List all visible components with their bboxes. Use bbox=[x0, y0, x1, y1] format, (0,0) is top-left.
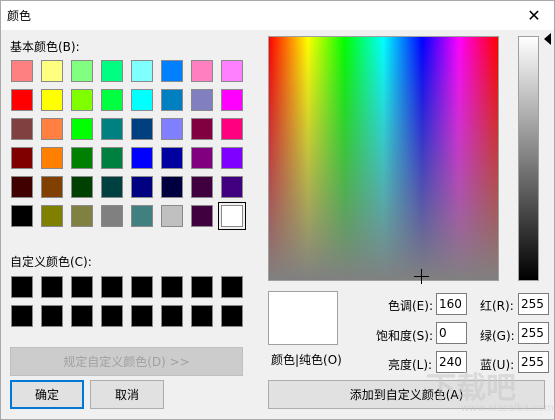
basic-grid-swatch[interactable] bbox=[11, 60, 33, 82]
basic-grid-swatch[interactable] bbox=[71, 147, 93, 169]
basic-grid-swatch[interactable] bbox=[101, 89, 123, 111]
basic-grid-swatch[interactable] bbox=[221, 60, 243, 82]
red-field[interactable] bbox=[518, 293, 549, 315]
basic-grid-swatch[interactable] bbox=[41, 118, 63, 140]
cancel-button[interactable]: 取消 bbox=[90, 380, 164, 409]
basic-grid-swatch[interactable] bbox=[221, 89, 243, 111]
window-title: 颜色 bbox=[7, 9, 32, 23]
basic-grid-swatch[interactable] bbox=[161, 176, 183, 198]
basic-grid-swatch[interactable] bbox=[71, 89, 93, 111]
basic-grid-swatch[interactable] bbox=[218, 202, 246, 230]
watermark-logo: 下载吧 bbox=[426, 371, 516, 406]
basic-grid-swatch[interactable] bbox=[131, 205, 153, 227]
custom-grid-swatch[interactable] bbox=[11, 305, 33, 327]
basic-grid-swatch[interactable] bbox=[131, 176, 153, 198]
saturation-label: 饱和度(S): bbox=[376, 329, 434, 343]
title-bar: 颜色 ✕ bbox=[1, 1, 554, 30]
custom-grid-swatch[interactable] bbox=[161, 276, 183, 298]
hue-field[interactable] bbox=[436, 293, 467, 315]
watermark-url: www.xiazaiba.com bbox=[461, 403, 554, 414]
basic-grid-swatch[interactable] bbox=[71, 176, 93, 198]
basic-grid-swatch[interactable] bbox=[41, 205, 63, 227]
basic-grid-swatch[interactable] bbox=[191, 205, 213, 227]
luminosity-arrow-icon[interactable] bbox=[544, 33, 551, 45]
custom-grid-swatch[interactable] bbox=[41, 305, 63, 327]
basic-grid-swatch[interactable] bbox=[11, 147, 33, 169]
custom-grid-swatch[interactable] bbox=[131, 305, 153, 327]
custom-grid-swatch[interactable] bbox=[221, 305, 243, 327]
custom-grid-swatch[interactable] bbox=[191, 276, 213, 298]
basic-grid-swatch[interactable] bbox=[71, 118, 93, 140]
basic-grid-swatch[interactable] bbox=[131, 89, 153, 111]
color-preview bbox=[268, 291, 338, 345]
color-spectrum[interactable] bbox=[268, 36, 499, 281]
crosshair-icon bbox=[414, 269, 429, 284]
close-icon[interactable]: ✕ bbox=[514, 1, 554, 30]
basic-grid-swatch[interactable] bbox=[131, 60, 153, 82]
basic-grid-swatch[interactable] bbox=[41, 147, 63, 169]
basic-grid-swatch[interactable] bbox=[131, 118, 153, 140]
basic-grid-swatch[interactable] bbox=[101, 205, 123, 227]
basic-colors-label: 基本颜色(B): bbox=[10, 40, 80, 54]
custom-colors-label: 自定义颜色(C): bbox=[10, 255, 92, 269]
basic-grid-swatch[interactable] bbox=[191, 60, 213, 82]
basic-grid-swatch[interactable] bbox=[41, 176, 63, 198]
custom-grid-swatch[interactable] bbox=[11, 276, 33, 298]
basic-grid-swatch[interactable] bbox=[11, 118, 33, 140]
custom-grid-swatch[interactable] bbox=[71, 305, 93, 327]
basic-grid-swatch[interactable] bbox=[101, 147, 123, 169]
ok-button[interactable]: 确定 bbox=[10, 380, 84, 409]
basic-grid-swatch[interactable] bbox=[71, 60, 93, 82]
custom-grid-swatch[interactable] bbox=[101, 276, 123, 298]
basic-grid-swatch[interactable] bbox=[41, 89, 63, 111]
custom-grid-swatch[interactable] bbox=[191, 305, 213, 327]
basic-grid-swatch[interactable] bbox=[11, 176, 33, 198]
basic-grid-swatch[interactable] bbox=[101, 60, 123, 82]
preview-label: 颜色|纯色(O) bbox=[271, 353, 342, 367]
custom-grid-swatch[interactable] bbox=[41, 276, 63, 298]
basic-grid-swatch[interactable] bbox=[191, 176, 213, 198]
red-label: 红(R): bbox=[480, 299, 514, 313]
basic-grid-swatch[interactable] bbox=[221, 176, 243, 198]
hue-label: 色调(E): bbox=[388, 299, 433, 313]
basic-grid-swatch[interactable] bbox=[191, 118, 213, 140]
basic-grid-swatch[interactable] bbox=[11, 205, 33, 227]
basic-grid-swatch[interactable] bbox=[161, 89, 183, 111]
basic-grid-swatch[interactable] bbox=[71, 205, 93, 227]
custom-grid-swatch[interactable] bbox=[131, 276, 153, 298]
blue-field[interactable] bbox=[518, 351, 549, 373]
spectrum-saturation-layer bbox=[269, 37, 498, 280]
basic-grid-swatch[interactable] bbox=[191, 89, 213, 111]
basic-grid-swatch[interactable] bbox=[41, 60, 63, 82]
basic-grid-swatch[interactable] bbox=[161, 60, 183, 82]
custom-grid-swatch[interactable] bbox=[221, 276, 243, 298]
saturation-field[interactable] bbox=[436, 322, 467, 344]
luminosity-slider[interactable] bbox=[518, 36, 539, 281]
custom-grid-swatch[interactable] bbox=[161, 305, 183, 327]
basic-grid-swatch[interactable] bbox=[221, 147, 243, 169]
custom-grid-swatch[interactable] bbox=[71, 276, 93, 298]
green-field[interactable] bbox=[518, 322, 549, 344]
basic-grid-swatch[interactable] bbox=[191, 147, 213, 169]
basic-grid-swatch[interactable] bbox=[161, 147, 183, 169]
crosshair-vertical bbox=[421, 269, 422, 284]
basic-grid-swatch[interactable] bbox=[161, 118, 183, 140]
basic-grid-swatch[interactable] bbox=[11, 89, 33, 111]
basic-grid-swatch[interactable] bbox=[221, 118, 243, 140]
basic-grid-swatch[interactable] bbox=[131, 147, 153, 169]
basic-grid-swatch[interactable] bbox=[101, 118, 123, 140]
basic-grid-swatch[interactable] bbox=[101, 176, 123, 198]
green-label: 绿(G): bbox=[480, 329, 515, 343]
basic-grid-swatch[interactable] bbox=[161, 205, 183, 227]
define-custom-colors-button[interactable]: 规定自定义颜色(D) >> bbox=[10, 347, 243, 376]
color-dialog: 颜色 ✕ 基本颜色(B): 自定义颜色(C): 规定自定义颜色(D) >> 确定… bbox=[0, 0, 555, 420]
custom-grid-swatch[interactable] bbox=[101, 305, 123, 327]
